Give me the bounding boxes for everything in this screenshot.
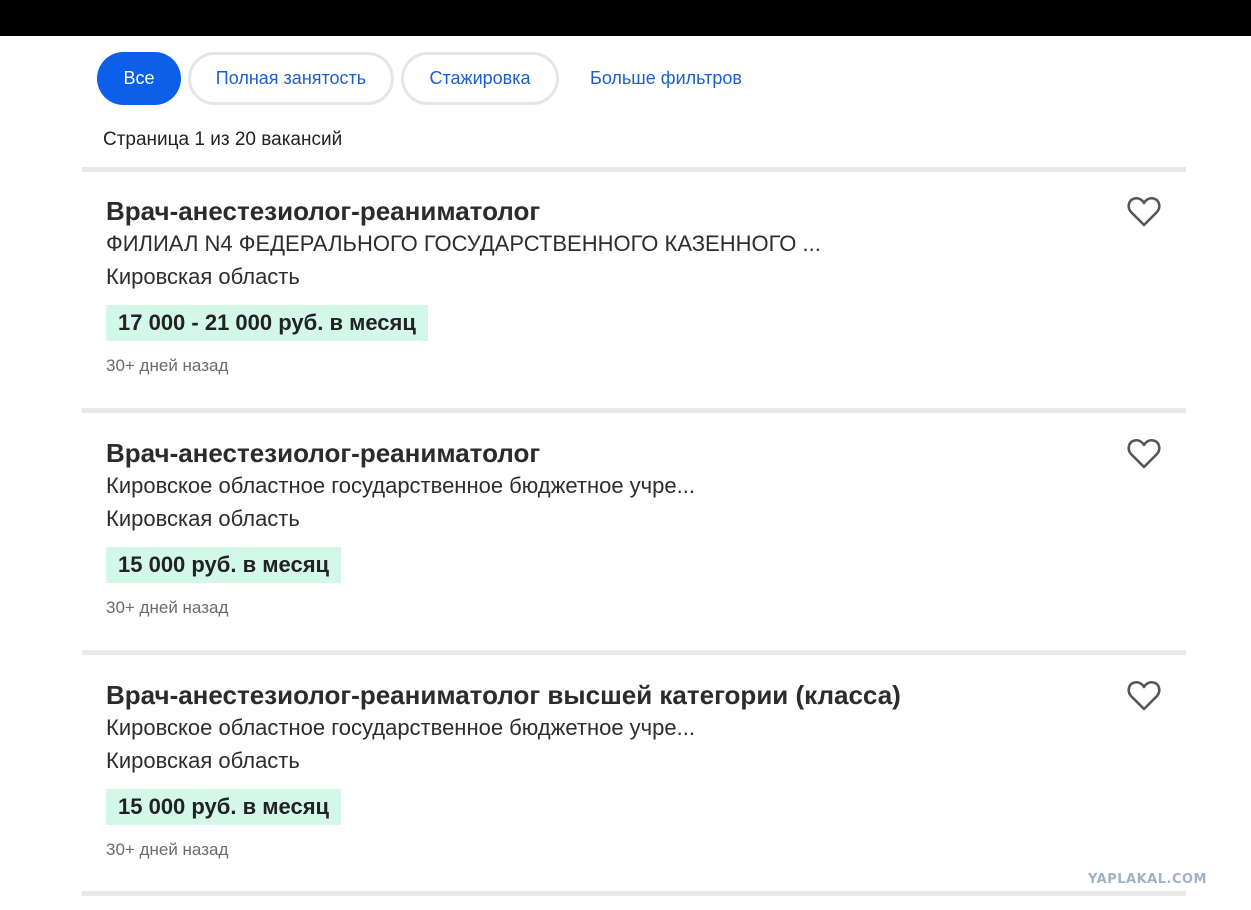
job-title[interactable]: Врач-анестезиолог-реаниматолог высшей ка… (106, 680, 901, 711)
job-posted-date: 30+ дней назад (106, 598, 229, 617)
job-salary-badge: 15 000 руб. в месяц (106, 789, 342, 825)
filter-bar: Все Полная занятость Стажировка Больше ф… (97, 52, 742, 105)
top-bar (0, 0, 1251, 36)
job-company: Кировское областное государственное бюдж… (106, 715, 695, 740)
job-location: Кировская область (106, 506, 300, 531)
job-title[interactable]: Врач-анестезиолог-реаниматолог (106, 196, 540, 227)
divider (82, 408, 1186, 413)
job-title[interactable]: Врач-анестезиолог-реаниматолог (106, 438, 540, 469)
job-card[interactable]: Врач-анестезиолог-реаниматолог Кировское… (82, 414, 1186, 650)
heart-outline-icon[interactable] (1126, 678, 1162, 712)
heart-outline-icon[interactable] (1126, 194, 1162, 228)
job-posted-date: 30+ дней назад (106, 840, 229, 859)
divider (82, 650, 1186, 655)
filter-chip-full-time[interactable]: Полная занятость (188, 52, 394, 105)
job-location: Кировская область (106, 748, 300, 773)
job-card[interactable]: Врач-анестезиолог-реаниматолог высшей ка… (82, 656, 1186, 892)
divider (82, 891, 1186, 896)
job-salary-badge: 15 000 руб. в месяц (106, 547, 342, 583)
job-company: ФИЛИАЛ N4 ФЕДЕРАЛЬНОГО ГОСУДАРСТВЕННОГО … (106, 231, 821, 256)
job-posted-date: 30+ дней назад (106, 356, 229, 375)
job-salary-badge: 17 000 - 21 000 руб. в месяц (106, 305, 428, 341)
filter-chip-all[interactable]: Все (97, 52, 181, 105)
more-filters-link[interactable]: Больше фильтров (590, 52, 742, 105)
filter-chip-internship[interactable]: Стажировка (401, 52, 559, 105)
heart-outline-icon[interactable] (1126, 436, 1162, 470)
job-card[interactable]: Врач-анестезиолог-реаниматолог ФИЛИАЛ N4… (82, 172, 1186, 408)
job-location: Кировская область (106, 264, 300, 289)
watermark: YAPLAKAL.COM (1088, 872, 1207, 887)
page-count: Страница 1 из 20 вакансий (103, 129, 343, 150)
job-company: Кировское областное государственное бюдж… (106, 473, 695, 498)
